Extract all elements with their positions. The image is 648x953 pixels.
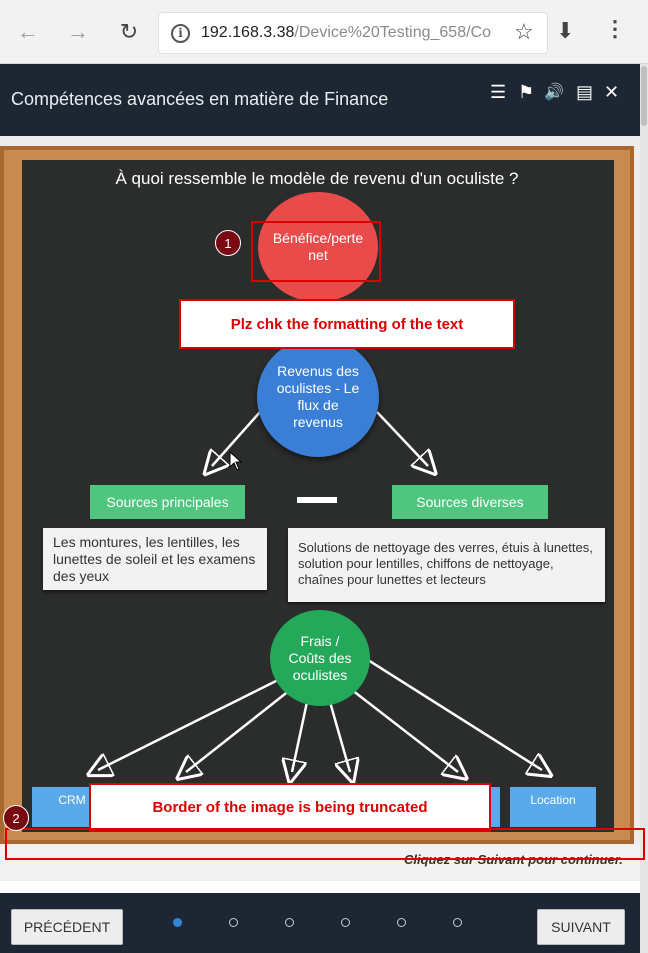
- annotation-2-note: Border of the image is being truncated: [89, 783, 491, 832]
- annotation-1-highlight: [251, 221, 381, 282]
- minus-sign: [297, 497, 337, 503]
- scrollbar-thumb[interactable]: [641, 66, 647, 126]
- scrollbar[interactable]: [640, 64, 648, 953]
- pagination-dot[interactable]: [285, 918, 294, 927]
- annotation-1-badge: 1: [215, 230, 241, 256]
- other-sources-box: Sources diverses: [392, 485, 548, 519]
- next-button[interactable]: SUIVANT: [537, 909, 625, 945]
- pagination-dot[interactable]: [453, 918, 462, 927]
- annotation-1-note: Plz chk the formatting of the text: [179, 299, 515, 349]
- pagination-dot[interactable]: [229, 918, 238, 927]
- pagination-dot[interactable]: [173, 918, 182, 927]
- annotation-2-badge: 2: [3, 805, 29, 831]
- main-sources-box: Sources principales: [90, 485, 245, 519]
- costs-circle: Frais / Coûts des oculistes: [270, 610, 370, 706]
- mouse-cursor-icon: [229, 451, 243, 471]
- location-box: Location: [510, 787, 596, 827]
- pagination-dot[interactable]: [341, 918, 350, 927]
- previous-button[interactable]: PRÉCÉDENT: [11, 909, 123, 945]
- other-sources-description: Solutions de nettoyage des verres, étuis…: [288, 528, 605, 602]
- pagination-dot[interactable]: [397, 918, 406, 927]
- annotation-2-highlight: [5, 828, 645, 860]
- main-sources-description: Les montures, les lentilles, les lunette…: [43, 528, 267, 590]
- revenue-circle: Revenus des oculistes - Le flux de reven…: [257, 337, 379, 457]
